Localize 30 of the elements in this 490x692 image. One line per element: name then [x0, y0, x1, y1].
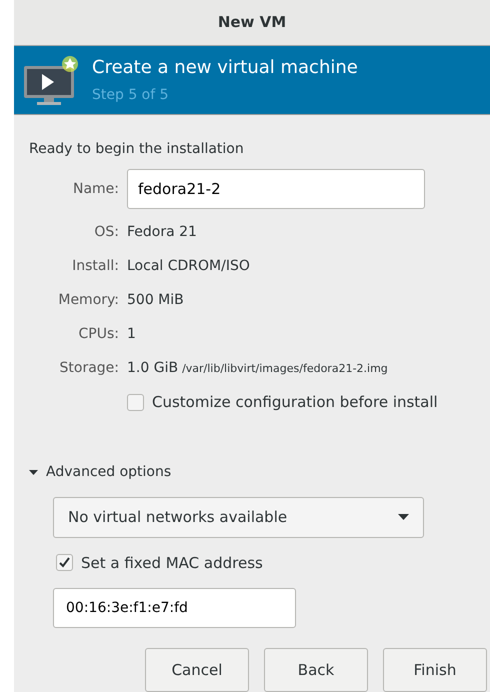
field-label: Install: [71, 257, 119, 276]
file-path: /var/lib/libvirt/images/fedora21-2.img [182, 361, 388, 377]
expander[interactable]: Advanced options [29, 462, 475, 482]
checkbox[interactable] [127, 394, 144, 411]
field-value: 500 MiB [127, 291, 184, 310]
dropdown-arrow-icon [398, 514, 409, 520]
step-indicator: Step 5 of 5 [92, 86, 170, 105]
dialog-button[interactable]: Finish [383, 648, 487, 692]
field-label: OS: [93, 223, 119, 242]
field-value: Local CDROM/ISO [127, 257, 250, 276]
section-heading: Ready to begin the installation [29, 140, 245, 159]
checkbox[interactable] [56, 554, 73, 572]
triangle-icon [29, 468, 38, 476]
field-value: Fedora 21 [127, 223, 197, 242]
checkbox-label: Customize configuration before install [152, 392, 438, 413]
field-label: Name: [72, 180, 119, 198]
field-value: 1 [127, 325, 136, 344]
mac-address-field[interactable]: 00:16:3e:f1:e7:fd [53, 588, 296, 628]
name-field[interactable]: fedora21-2 [127, 169, 425, 209]
field-value: 1.0 GiB [127, 359, 178, 378]
dialog-button[interactable]: Cancel [145, 648, 249, 692]
field-label: CPUs: [78, 325, 119, 344]
header-title: Create a new virtual machine [92, 56, 358, 80]
monitor-icon [22, 54, 80, 106]
field-label: Storage: [58, 359, 119, 378]
checkbox-label: Set a fixed MAC address [81, 552, 263, 574]
dialog-button[interactable]: Back [264, 648, 368, 692]
window-title: New VM [218, 12, 286, 34]
network-dropdown[interactable]: No virtual networks available [53, 496, 424, 538]
field-label: Memory: [57, 291, 119, 310]
